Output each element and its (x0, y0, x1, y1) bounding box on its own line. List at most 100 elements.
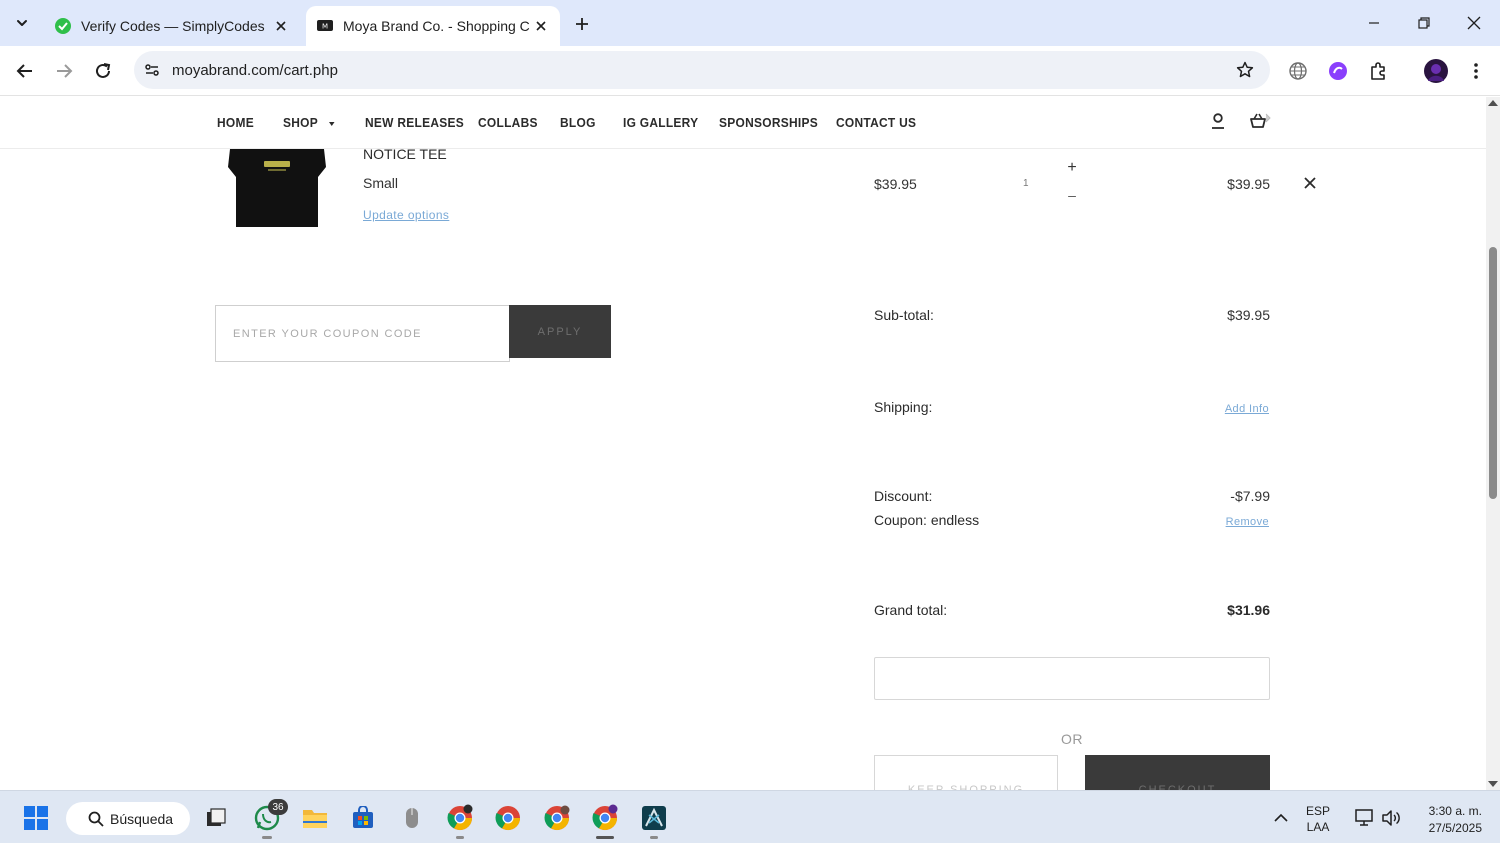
file-explorer-folder-icon[interactable] (298, 801, 332, 835)
keyboard-layout: LAA (1306, 820, 1330, 834)
unit-price: $39.95 (874, 176, 917, 192)
nav-ig-gallery[interactable]: IG GALLERY (623, 115, 698, 130)
whatsapp-running-indicator (262, 836, 272, 839)
restore-icon[interactable] (1409, 8, 1439, 38)
cart-page: HOME SHOP NEW RELEASES COLLABS BLOG IG G… (0, 97, 1486, 790)
coupon-code-input[interactable] (215, 305, 510, 362)
reload-icon[interactable] (88, 56, 118, 86)
quantity-value[interactable]: 1 (1023, 178, 1029, 189)
product-size: Small (363, 175, 399, 191)
address-bar[interactable]: moyabrand.com/cart.php (134, 51, 1270, 89)
nav-shop-label: SHOP (283, 115, 318, 130)
scrollbar-thumb[interactable] (1489, 247, 1497, 499)
account-user-icon[interactable] (1206, 109, 1230, 133)
input-language-indicator[interactable]: ESP LAA (1306, 803, 1330, 835)
chrome-1-running-indicator (456, 836, 464, 839)
grand-total-label: Grand total: (874, 602, 948, 618)
page-scrollbar[interactable] (1486, 97, 1500, 790)
keep-shopping-button[interactable]: KEEP SHOPPING (874, 755, 1058, 790)
quantity-decrease-button[interactable]: – (1063, 186, 1081, 204)
chrome-profile-active-icon[interactable] (588, 801, 622, 835)
scroll-down-arrow-icon[interactable] (1488, 781, 1498, 787)
nav-contact-us[interactable]: CONTACT US (836, 115, 916, 130)
clock-time: 3:30 a. m. (1428, 804, 1482, 818)
site-info-icon[interactable] (140, 58, 164, 82)
windows-start-icon[interactable] (19, 801, 53, 835)
grand-total-value: $31.96 (1227, 602, 1270, 618)
simplycodes-favicon-icon (55, 18, 71, 34)
nav-new-releases[interactable]: NEW RELEASES (365, 115, 464, 130)
remove-item-close-icon[interactable] (1300, 173, 1320, 193)
moya-favicon-icon: M (317, 20, 333, 31)
tab-close-icon[interactable] (530, 15, 552, 37)
tab-title: Moya Brand Co. - Shopping Cart (343, 18, 530, 34)
browser-toolbar: moyabrand.com/cart.php (0, 46, 1500, 96)
extension-purple-icon[interactable] (1325, 58, 1351, 84)
tab-title: Verify Codes — SimplyCodes (81, 18, 265, 34)
extensions-puzzle-icon[interactable] (1365, 58, 1391, 84)
profile-avatar-icon[interactable] (1423, 58, 1449, 84)
game-app-icon[interactable] (637, 801, 671, 835)
url-text: moyabrand.com/cart.php (172, 62, 338, 79)
shipping-add-info-link[interactable]: Add Info (1225, 403, 1269, 415)
caret-down-icon (328, 121, 335, 126)
system-clock[interactable]: 3:30 a. m. 27/5/2025 (1414, 803, 1482, 837)
search-label: Búsqueda (110, 810, 174, 827)
search-icon (88, 811, 104, 827)
forward-arrow-icon[interactable] (49, 56, 79, 86)
chrome-active-running-indicator (596, 836, 614, 839)
browser-menu-icon[interactable] (1463, 58, 1489, 84)
discount-label: Discount: (874, 488, 933, 504)
quantity-increase-button[interactable]: + (1063, 159, 1081, 177)
site-navigation: HOME SHOP NEW RELEASES COLLABS BLOG IG G… (0, 97, 1486, 149)
tab-moya-cart[interactable]: M Moya Brand Co. - Shopping Cart (306, 6, 560, 46)
task-view-icon[interactable] (199, 801, 233, 835)
chrome-profile-3-icon[interactable] (540, 801, 574, 835)
checkout-button[interactable]: CHECKOUT (1085, 755, 1270, 790)
bookmark-star-icon[interactable] (1234, 59, 1256, 81)
payment-widget-placeholder[interactable] (874, 657, 1270, 700)
line-total: $39.95 (1227, 176, 1270, 192)
product-tshirt-image[interactable] (222, 149, 332, 229)
mouse-app-icon[interactable] (395, 801, 429, 835)
browser-tab-bar: Verify Codes — SimplyCodes M Moya Brand … (0, 0, 1500, 46)
or-separator: OR (1061, 731, 1083, 747)
windows-taskbar: Búsqueda 36 ESP LAA 3:30 a. m. 27/5/2025 (0, 790, 1500, 843)
tab-close-icon[interactable] (270, 15, 292, 37)
nav-blog[interactable]: BLOG (560, 115, 596, 130)
subtotal-label: Sub-total: (874, 307, 934, 323)
translate-globe-icon[interactable] (1285, 58, 1311, 84)
scroll-up-arrow-icon[interactable] (1488, 100, 1498, 106)
apply-coupon-button[interactable]: APPLY (509, 305, 611, 358)
close-window-icon[interactable] (1459, 8, 1489, 38)
chrome-profile-1-icon[interactable] (443, 801, 477, 835)
clock-date: 27/5/2025 (1428, 821, 1482, 835)
volume-speaker-icon[interactable] (1374, 801, 1408, 835)
chrome-profile-2-icon[interactable] (491, 801, 525, 835)
show-hidden-icons-chevron-up-icon[interactable] (1264, 801, 1298, 835)
tab-search-chevron-icon[interactable] (8, 9, 36, 37)
coupon-remove-link[interactable]: Remove (1226, 516, 1269, 528)
nav-collabs[interactable]: COLLABS (478, 115, 538, 130)
language-code: ESP (1306, 804, 1331, 818)
minimize-icon[interactable] (1359, 8, 1389, 38)
product-name: NOTICE TEE (363, 146, 447, 162)
whatsapp-notification-badge: 36 (268, 799, 288, 815)
shipping-label: Shipping: (874, 399, 933, 415)
nav-sponsorships[interactable]: SPONSORSHIPS (719, 115, 818, 130)
tab-verify-codes[interactable]: Verify Codes — SimplyCodes (44, 6, 300, 46)
update-options-link[interactable]: Update options (363, 208, 449, 222)
svg-text:M: M (322, 23, 328, 31)
screen: Verify Codes — SimplyCodes M Moya Brand … (0, 0, 1500, 843)
nav-shop[interactable]: SHOP (283, 115, 336, 130)
taskbar-search-box[interactable]: Búsqueda (66, 802, 190, 835)
nav-home[interactable]: HOME (217, 115, 254, 130)
back-arrow-icon[interactable] (10, 56, 40, 86)
discount-value: -$7.99 (1230, 488, 1270, 504)
coupon-applied-label: Coupon: endless (874, 512, 980, 528)
subtotal-value: $39.95 (1227, 307, 1270, 323)
new-tab-plus-icon[interactable] (569, 11, 595, 37)
game-running-indicator (650, 836, 658, 839)
microsoft-store-icon[interactable] (346, 801, 380, 835)
cart-basket-icon[interactable] (1249, 109, 1273, 133)
